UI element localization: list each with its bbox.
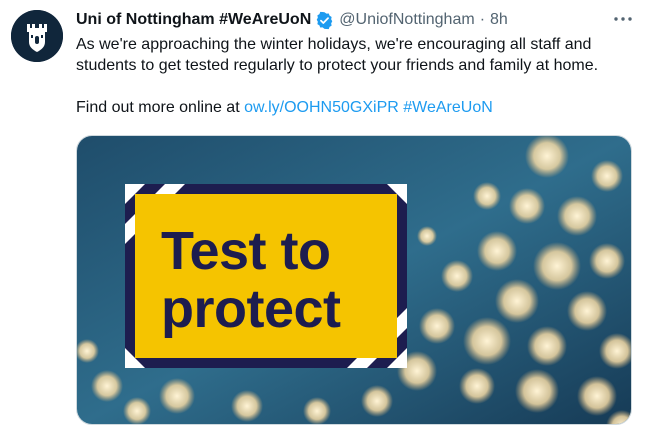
separator-dot: · bbox=[479, 11, 486, 28]
tweet-media-image[interactable]: Test to protect bbox=[76, 135, 632, 425]
tweet-body-paragraph: As we're approaching the winter holidays… bbox=[76, 36, 599, 74]
verified-badge-icon bbox=[315, 11, 334, 30]
link-prefix: Find out more online at bbox=[76, 99, 245, 116]
sign-line-2: protect bbox=[161, 279, 341, 339]
tweet-header: Uni of Nottingham #WeAreUoN @UniofNottin… bbox=[76, 9, 508, 31]
more-options-icon[interactable] bbox=[610, 8, 636, 30]
sign-text: Test to protect bbox=[161, 222, 341, 338]
avatar[interactable] bbox=[11, 10, 63, 62]
university-crest-icon bbox=[11, 10, 63, 62]
tweet-link-paragraph: Find out more online at ow.ly/OOHN50GXiP… bbox=[76, 97, 646, 118]
tweet-text: As we're approaching the winter holidays… bbox=[76, 34, 646, 118]
author-handle[interactable]: @UniofNottingham bbox=[339, 9, 474, 31]
hashtag-link[interactable]: #WeAreUoN bbox=[403, 99, 493, 116]
sign-line-1: Test to bbox=[161, 221, 331, 281]
timestamp[interactable]: 8h bbox=[490, 9, 508, 31]
external-link[interactable]: ow.ly/OOHN50GXiPR bbox=[244, 99, 399, 116]
author-name[interactable]: Uni of Nottingham #WeAreUoN bbox=[76, 9, 311, 31]
tweet[interactable]: Uni of Nottingham #WeAreUoN @UniofNottin… bbox=[0, 0, 655, 440]
